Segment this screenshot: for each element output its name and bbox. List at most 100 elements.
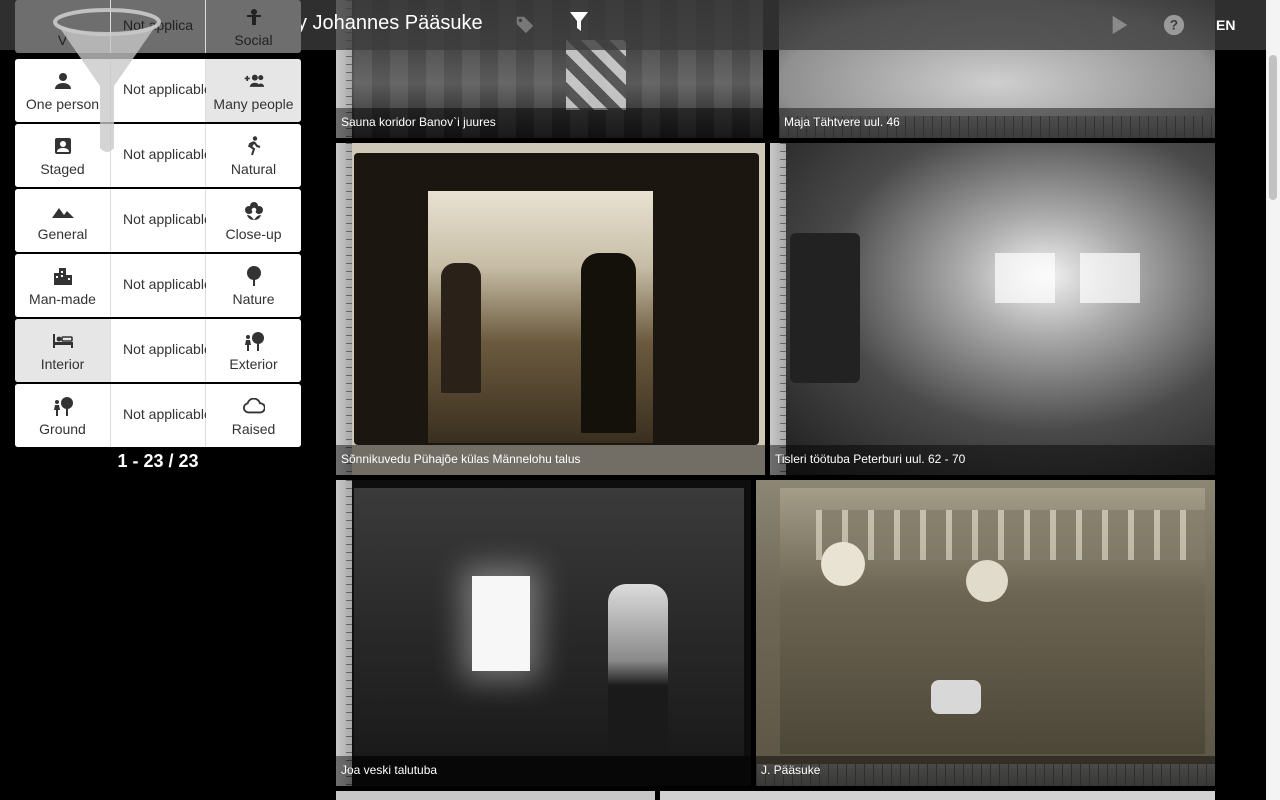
filter-option-label: Staged [40, 160, 85, 177]
photo-caption-text: J. Pääsuke [761, 763, 821, 777]
photo-caption: Sauna koridor Banov`i juures [336, 108, 763, 138]
tag-icon[interactable] [513, 13, 537, 37]
filter-option-label: Not applica [123, 17, 194, 33]
bed-icon [52, 330, 74, 352]
filter-option-many-people[interactable]: Many people [206, 59, 301, 122]
filter-option-natural[interactable]: Natural [206, 124, 301, 187]
filter-option-not-applicable[interactable]: Not applicable [111, 384, 212, 447]
doorway-light [472, 576, 530, 671]
filter-option-raised[interactable]: Raised [206, 384, 301, 447]
filter-option-partial-left[interactable]: V [15, 0, 111, 53]
filter-option-label: Exterior [229, 355, 278, 372]
social-icon [243, 6, 265, 28]
photo-caption: Tisleri töötuba Peterburi uul. 62 - 70 [770, 445, 1215, 475]
filter-option-label: Natural [230, 160, 277, 177]
filter-option-label: Not applicable [123, 146, 212, 162]
figure-right [581, 253, 636, 433]
filter-option-label: Man-made [29, 290, 96, 307]
photo-caption-text: Maja Tähtvere uul. 46 [784, 115, 900, 129]
filter-option-label: Not applicable [123, 276, 212, 292]
filter-option-label: Many people [213, 95, 294, 112]
photo-ruler [336, 480, 352, 786]
checker-floor [566, 40, 626, 110]
filter-option-label: Not applicable [123, 211, 212, 227]
photo-partial-right[interactable] [660, 791, 1215, 800]
filter-option-interior[interactable]: Interior [15, 319, 111, 382]
photo-joa-veski[interactable]: Joa veski talutuba [336, 480, 751, 786]
filter-option-one-person[interactable]: One person [15, 59, 111, 122]
window-light [995, 253, 1055, 303]
language-switcher[interactable]: EN [1216, 17, 1235, 33]
photo-j-paasuke[interactable]: J. Pääsuke [756, 480, 1215, 786]
landscape-icon [51, 200, 74, 222]
filter-row-view: General Not applicable Close-up [15, 189, 301, 252]
photo-caption: Sõnnikuvedu Pühajõe külas Männelohu talu… [336, 445, 765, 475]
shelf-shape [816, 510, 1206, 560]
photo-frame [354, 488, 744, 756]
cloud-icon [242, 395, 265, 417]
filter-row-origin: Man-made Not applicable Nature [15, 254, 301, 317]
filter-option-nature[interactable]: Nature [206, 254, 301, 317]
filter-row-people: One person Not applicable Many people [15, 59, 301, 122]
filter-option-partial-mid[interactable]: Not applica [111, 0, 206, 53]
filter-option-not-applicable[interactable]: Not applicable [111, 254, 212, 317]
filter-option-label: Social [234, 31, 273, 48]
face-shape [966, 560, 1008, 602]
filter-option-not-applicable[interactable]: Not applicable [111, 189, 212, 252]
filter-option-label: Not applicable [123, 81, 212, 97]
filter-option-not-applicable[interactable]: Not applicable [111, 124, 212, 187]
photo-caption-text: Joa veski talutuba [341, 763, 438, 777]
filter-option-label: Raised [231, 420, 276, 437]
figure-woman [608, 584, 668, 754]
svg-text:?: ? [1170, 18, 1178, 33]
figure-left [441, 263, 481, 393]
filter-option-label: Nature [232, 290, 275, 307]
photo-caption: Joa veski talutuba [336, 756, 751, 786]
filter-option-ground[interactable]: Ground [15, 384, 111, 447]
filter-option-label: Interior [40, 355, 85, 372]
filter-row-location: Interior Not applicable Exterior [15, 319, 301, 382]
help-icon[interactable]: ? [1162, 13, 1186, 37]
page-scrollbar[interactable] [1266, 0, 1280, 800]
filter-option-label: Not applicable [123, 341, 212, 357]
photo-caption-text: Sõnnikuvedu Pühajõe külas Männelohu talu… [341, 452, 581, 466]
scrollbar-thumb[interactable] [1269, 55, 1277, 200]
photo-partial-left[interactable] [336, 791, 655, 800]
app-root: Sauna koridor Banov`i juures Maja Tähtve… [0, 0, 1280, 800]
filter-option-exterior[interactable]: Exterior [206, 319, 301, 382]
window-light [1080, 253, 1140, 303]
photo-caption: Maja Tähtvere uul. 46 [779, 108, 1215, 138]
filter-option-close-up[interactable]: Close-up [206, 189, 301, 252]
result-count: 1 - 23 / 23 [117, 451, 199, 471]
group-add-icon [243, 70, 265, 92]
filter-option-social[interactable]: Social [206, 0, 301, 53]
photo-ruler [336, 143, 352, 475]
filter-option-not-applicable[interactable]: Not applicable [111, 319, 212, 382]
photo-sonnikuvedu[interactable]: Sõnnikuvedu Pühajõe külas Männelohu talu… [336, 143, 765, 475]
photo-tisleri-tootuba[interactable]: Tisleri töötuba Peterburi uul. 62 - 70 [770, 143, 1215, 475]
filter-option-general[interactable]: General [15, 189, 111, 252]
play-store-icon[interactable] [1108, 13, 1132, 37]
filter-row-staging: Staged Not applicable Natural [15, 124, 301, 187]
filter-row-elevation: Ground Not applicable Raised [15, 384, 301, 447]
filter-row-social-partial: V Not applica Social [15, 0, 301, 53]
filter-icon[interactable] [567, 10, 591, 34]
photo-ruler [770, 143, 786, 475]
filter-option-label: Not applicable [123, 406, 212, 422]
photo-caption-text: Tisleri töötuba Peterburi uul. 62 - 70 [775, 452, 966, 466]
stove-shape [790, 233, 860, 383]
filter-option-label: Close-up [225, 225, 282, 242]
filter-option-staged[interactable]: Staged [15, 124, 111, 187]
kettle-shape [931, 680, 981, 714]
filter-option-label: V [57, 31, 68, 48]
filter-option-not-applicable[interactable]: Not applicable [111, 59, 212, 122]
city-icon [52, 265, 74, 287]
filter-option-label: Ground [39, 420, 86, 437]
filter-option-man-made[interactable]: Man-made [15, 254, 111, 317]
filter-option-label: General [37, 225, 88, 242]
flower-icon [243, 200, 265, 222]
face-shape [821, 542, 865, 586]
walking-icon [243, 135, 265, 157]
photo-caption-text: Sauna koridor Banov`i juures [341, 115, 496, 129]
photo-caption: J. Pääsuke [756, 756, 1215, 786]
